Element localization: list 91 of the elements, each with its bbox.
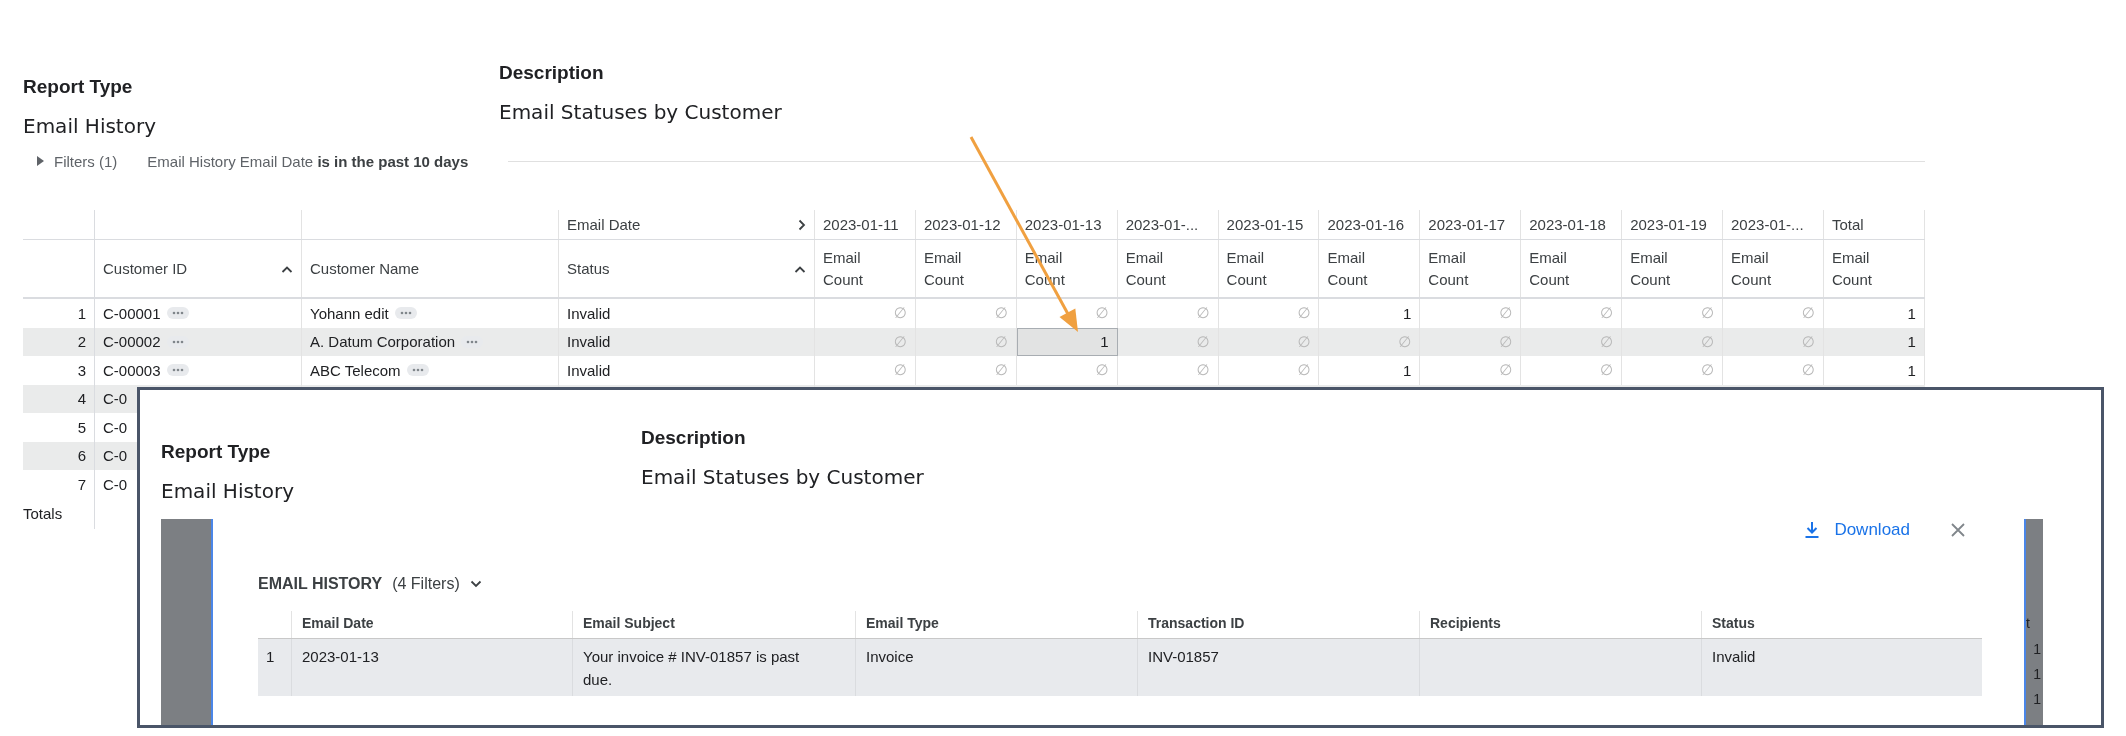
column-header[interactable]: Email Type: [855, 611, 1137, 638]
filter-count[interactable]: (4 Filters): [392, 575, 460, 593]
column-header[interactable]: Status: [1701, 611, 1982, 638]
column-header[interactable]: 2023-01-12: [915, 210, 1017, 239]
column-header[interactable]: 2023-01-13: [1016, 210, 1118, 239]
table-cell: 2023-01-13: [302, 648, 379, 665]
table-cell: C-00003: [103, 361, 161, 379]
more-icon: [394, 307, 417, 320]
chevron-up-icon: [794, 264, 806, 273]
column-header: Email Count: [1428, 247, 1469, 290]
field-value: Email Statuses by Customer: [641, 464, 924, 490]
table-cell: C-0: [103, 475, 128, 493]
table-cell: Invalid: [1712, 648, 1756, 665]
column-header: Email Count: [1327, 247, 1368, 290]
field-value: Email History: [23, 113, 157, 139]
table-cell[interactable]: 1: [1823, 356, 1925, 385]
table-cell[interactable]: 1: [1823, 299, 1925, 328]
column-header[interactable]: 2023-01-19: [1622, 210, 1723, 239]
row-number: 6: [23, 441, 95, 470]
column-header[interactable]: Status: [559, 240, 815, 297]
column-header: Email Count: [923, 247, 964, 290]
column-header[interactable]: Customer Name: [302, 240, 559, 297]
column-header[interactable]: 2023-01-11: [815, 210, 916, 239]
table-cell: Invoice: [866, 648, 914, 665]
table-cell: C-00002: [103, 333, 161, 351]
column-header[interactable]: 2023-01-18: [1521, 210, 1623, 239]
download-icon: [1804, 521, 1821, 539]
row-number: 7: [23, 470, 95, 499]
row-number: 5: [23, 413, 95, 442]
chevron-up-icon: [281, 264, 293, 273]
table-cell: 1: [2033, 641, 2041, 657]
column-header[interactable]: 2023-01-16: [1319, 210, 1421, 239]
more-icon: [166, 364, 189, 377]
column-header: Email Count: [1529, 247, 1570, 290]
row-number: 1: [265, 647, 276, 667]
column-header: Email Count: [1831, 247, 1872, 290]
table-cell: C-0: [103, 418, 128, 436]
table-cell-text: Your invoice # INV-01857 is past due.: [583, 647, 801, 690]
row-number: 2: [23, 327, 95, 356]
column-header: Email Count: [1125, 247, 1166, 290]
column-header[interactable]: 2023-01-...: [1723, 210, 1824, 239]
column-header[interactable]: 2023-01-15: [1218, 210, 1320, 239]
row-number: 3: [23, 356, 95, 385]
field-label: Report Type: [161, 440, 272, 464]
table-cell: A. Datum Corporation: [310, 333, 456, 351]
column-header: Email Count: [1731, 247, 1772, 290]
table-cell: C-00001: [103, 304, 161, 322]
field-label: Description: [499, 61, 605, 85]
filter-summary: Email History Email Date is in the past 10 days: [147, 152, 469, 170]
download-button[interactable]: Download: [1804, 520, 1910, 540]
filters-toggle[interactable]: Filters (1): [37, 152, 118, 170]
field-label: Report Type: [23, 75, 134, 99]
field-value: Email Statuses by Customer: [499, 99, 782, 125]
column-header[interactable]: Recipients: [1419, 611, 1701, 638]
column-header[interactable]: Email Subject: [572, 611, 855, 638]
table-cell[interactable]: 1: [1823, 327, 1925, 356]
table-cell: 1: [2033, 691, 2041, 707]
column-header[interactable]: Customer ID: [95, 240, 302, 297]
more-icon: [406, 364, 429, 377]
field-label: Description: [641, 426, 747, 450]
table-cell: 1: [2033, 666, 2041, 682]
column-header: t: [2026, 615, 2030, 631]
column-header[interactable]: Email Date: [291, 611, 572, 638]
column-header[interactable]: Total: [1823, 210, 1925, 239]
table-cell: Invalid: [559, 327, 815, 356]
table-cell: Yohann edit: [310, 304, 389, 322]
close-icon[interactable]: [1950, 522, 1966, 538]
totals-label: Totals: [23, 505, 63, 522]
chevron-down-icon: [469, 580, 482, 588]
table-cell: C-0: [103, 447, 128, 465]
table-cell: INV-01857: [1148, 648, 1219, 665]
row-number: 4: [23, 384, 95, 413]
column-header: Email Count: [1226, 247, 1267, 290]
table-cell: ABC Telecom: [310, 361, 401, 379]
column-group-header: Email Date: [567, 216, 641, 233]
column-header[interactable]: 2023-01-...: [1117, 210, 1219, 239]
chevron-right-icon: [798, 218, 806, 231]
table-cell: C-0: [103, 390, 128, 408]
field-value: Email History: [161, 478, 295, 504]
column-header: Email Count: [1630, 247, 1671, 290]
table-cell[interactable]: 1: [1319, 356, 1421, 385]
table-cell: Invalid: [559, 356, 815, 385]
table-cell: Invalid: [559, 299, 815, 328]
column-header[interactable]: 2023-01-17: [1420, 210, 1522, 239]
column-header: Email Count: [823, 247, 863, 290]
column-header[interactable]: Transaction ID: [1137, 611, 1419, 638]
table-cell[interactable]: 1: [1319, 299, 1421, 328]
table-cell[interactable]: 1: [1016, 327, 1118, 356]
more-icon: [166, 307, 189, 320]
modal-title: EMAIL HISTORY: [258, 575, 383, 593]
row-number: 1: [23, 299, 95, 328]
